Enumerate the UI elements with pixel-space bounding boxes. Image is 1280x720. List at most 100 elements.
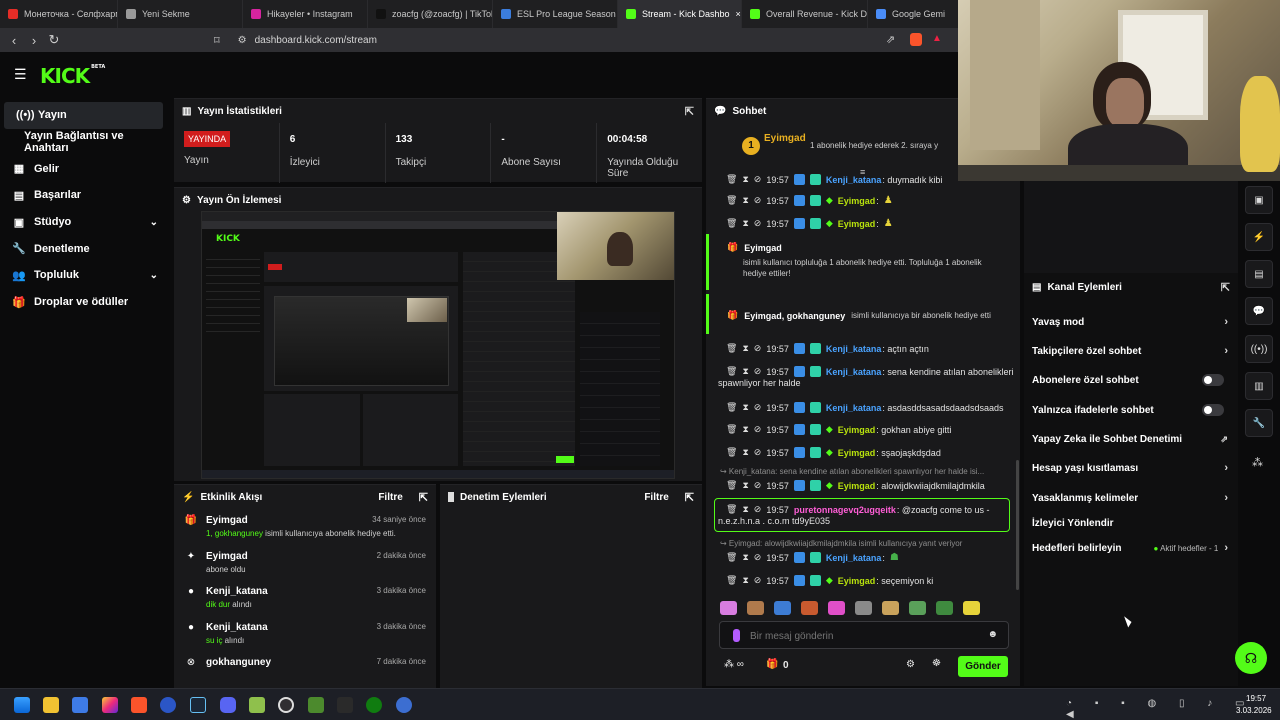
activity-item[interactable]: ● Kenji_katana su iç alındı 3 dakika önce — [174, 616, 436, 652]
emoji-icon[interactable]: ☻ — [987, 629, 998, 640]
delete-icon[interactable]: 🗑 — [726, 552, 737, 563]
taskbar-time[interactable]: 19:57 — [1246, 694, 1266, 703]
browser-tab[interactable]: Overall Revenue - Kick Da — [742, 0, 868, 28]
chat-message-input[interactable] — [750, 626, 970, 646]
url-field[interactable]: dashboard.kick.com/stream — [255, 35, 377, 46]
chat-scrollbar[interactable] — [1016, 460, 1019, 590]
emote-icon[interactable] — [882, 601, 899, 615]
taskbar-date[interactable]: 3.03.2026 — [1236, 706, 1272, 715]
obs-icon[interactable] — [278, 697, 294, 713]
kick-logo[interactable]: KICK BETA — [40, 64, 105, 88]
sidebar-item[interactable]: 👥 Topluluk ⌄ — [0, 262, 170, 289]
channel-action-item[interactable]: Abonelere özel sohbet — [1032, 370, 1228, 390]
brave-rewards-icon[interactable]: ▲ — [932, 33, 942, 44]
site-info-icon[interactable]: ⚙ — [238, 35, 247, 46]
browser-tab[interactable]: Yeni Sekme — [118, 0, 243, 28]
chat-message[interactable]: 🗑 ⧗ ⊘ 19:57 Kenji_katana: ☗ — [706, 552, 899, 563]
minecraft-icon[interactable] — [308, 697, 324, 713]
ban-icon[interactable]: ⊘ — [754, 343, 762, 354]
timeout-icon[interactable]: ⧗ — [742, 480, 748, 491]
chat-message[interactable]: 🗑 ⧗ ⊘ 19:57 Kenji_katana: açtın açtın — [706, 343, 929, 354]
delete-icon[interactable]: 🗑 — [726, 402, 737, 413]
chat-message[interactable]: 🗑 ⧗ ⊘ 19:57 ◆ Eyimgad: seçemiyon ki — [706, 575, 933, 586]
emote-icon[interactable] — [747, 601, 764, 615]
chat-username[interactable]: Eyimgad — [838, 425, 876, 435]
chat-settings-icon[interactable]: ⚙ — [906, 659, 915, 670]
timeout-icon[interactable]: ⧗ — [742, 424, 748, 435]
menu-icon[interactable]: ☰ — [14, 66, 27, 83]
stream-preview-video[interactable]: KICK — [201, 211, 675, 479]
channel-action-item[interactable]: Yapay Zeka ile Sohbet Denetimi ⇗ — [1032, 429, 1228, 449]
windows-start-icon[interactable] — [14, 697, 30, 713]
browser-tab[interactable]: ESL Pro League Season 23 — [493, 0, 618, 28]
chevron-right-icon[interactable]: › — [1224, 462, 1228, 474]
instagram-app-icon[interactable] — [102, 697, 118, 713]
emote-icon[interactable] — [963, 601, 980, 615]
chat-message[interactable]: 🗑 ⧗ ⊘ 19:57 ◆ Eyimgad: gokhan abiye gitti — [706, 424, 951, 435]
chevron-right-icon[interactable]: › — [1224, 345, 1228, 357]
bolt-icon[interactable]: ⚡ — [1245, 223, 1273, 251]
chat-rules-icon[interactable]: ☸ — [932, 658, 941, 669]
toggle-switch[interactable] — [1202, 404, 1224, 416]
channel-action-item[interactable]: İzleyici Yönlendir — [1032, 513, 1228, 533]
timeout-icon[interactable]: ⧗ — [742, 575, 748, 586]
emote-icon[interactable] — [801, 601, 818, 615]
emote-icon[interactable] — [720, 601, 737, 615]
channel-action-item[interactable]: Yasaklanmış kelimeler › — [1032, 488, 1228, 508]
steam-icon[interactable] — [190, 697, 206, 713]
timeout-icon[interactable]: ⧗ — [742, 218, 748, 229]
channel-action-item[interactable]: Yavaş mod › — [1032, 312, 1228, 332]
activity-item[interactable]: ⊗ gokhanguney 7 dakika önce — [174, 651, 436, 687]
browser-tab[interactable]: Монеточка - Селфхарм ( — [0, 0, 118, 28]
chat-message[interactable]: 🗑 ⧗ ⊘ 19:57 ◆ Eyimgad: alowijdkwiiajdkmilajdm… — [706, 480, 985, 491]
channel-action-item[interactable]: Yalnızca ifadelerle sohbet — [1032, 400, 1228, 420]
emote-icon[interactable] — [855, 601, 872, 615]
browser-tab[interactable]: Google Gemi — [868, 0, 962, 28]
delete-icon[interactable]: 🗑 — [726, 218, 737, 229]
brave-shield-icon[interactable] — [910, 33, 922, 46]
popout-icon[interactable]: ⇱ — [685, 105, 694, 118]
delete-icon[interactable]: 🗑 — [726, 424, 737, 435]
bookmark-icon[interactable]: ⌑ — [214, 34, 220, 47]
browser-tab[interactable]: Hikayeler • Instagram — [243, 0, 368, 28]
delete-icon[interactable]: 🗑 — [726, 447, 737, 458]
chevron-down-icon[interactable]: ⌄ — [150, 217, 158, 228]
close-tab-icon[interactable]: × — [736, 9, 741, 19]
ban-icon[interactable]: ⊘ — [754, 480, 762, 491]
ban-icon[interactable]: ⊘ — [754, 575, 762, 586]
screen-icon[interactable]: ▣ — [1245, 186, 1273, 214]
chat-message[interactable]: 🗑 ⧗ ⊘ 19:57 Kenji_katana: sena kendine atıla… — [706, 366, 1013, 377]
sidebar-item[interactable]: Yayın Bağlantısı ve Anahtarı — [0, 129, 170, 156]
delete-icon[interactable]: 🗑 — [726, 480, 737, 491]
widgets-icon[interactable] — [72, 697, 88, 713]
discord-icon[interactable] — [220, 697, 236, 713]
chat-username[interactable]: Kenji_katana — [826, 344, 882, 354]
chat-message[interactable]: 🗑 ⧗ ⊘ 19:57 Kenji_katana: asdasddsasadsdaads… — [706, 402, 1003, 413]
chat-message[interactable]: 🗑 ⧗ ⊘ 19:57 ◆ Eyimgad: ♟ — [706, 218, 893, 229]
wrench-icon[interactable]: 🔧 — [1245, 409, 1273, 437]
delete-icon[interactable]: 🗑 — [726, 195, 737, 206]
more-icon[interactable]: ⁂ — [1252, 456, 1263, 469]
delete-icon[interactable]: 🗑 — [726, 174, 737, 185]
share-icon[interactable]: ⇗ — [886, 33, 895, 46]
popout-icon[interactable]: ⇱ — [419, 491, 428, 504]
ban-icon[interactable]: ⊘ — [754, 402, 762, 413]
chat-message[interactable]: 🗑 ⧗ ⊘ 19:57 ◆ Eyimgad: sşaojaşkdşdad — [706, 447, 941, 458]
ban-icon[interactable]: ⊘ — [754, 195, 762, 206]
chevron-right-icon[interactable]: › — [1224, 492, 1228, 504]
toggle-switch[interactable] — [1202, 374, 1224, 386]
browser-tab[interactable]: zoacfg (@zoacfg) | TikTok — [368, 0, 493, 28]
chevron-down-icon[interactable]: ⌄ — [150, 270, 158, 281]
chat-username[interactable]: Kenji_katana — [826, 403, 882, 413]
channel-action-item[interactable]: Takipçilere özel sohbet › — [1032, 341, 1228, 361]
send-button[interactable]: Gönder — [958, 656, 1008, 677]
chat-username[interactable]: Eyimgad — [838, 448, 876, 458]
ban-icon[interactable]: ⊘ — [754, 424, 762, 435]
chat-username[interactable]: Eyimgad — [838, 219, 876, 229]
reload-icon[interactable]: ↻ — [44, 32, 64, 48]
activity-filter-button[interactable]: Filtre — [378, 492, 402, 503]
chevron-right-icon[interactable]: › — [1224, 316, 1228, 328]
chat-icon[interactable]: 💬 — [1245, 297, 1273, 325]
card-icon[interactable]: ▥ — [1245, 372, 1273, 400]
popout-icon[interactable]: ⇱ — [1221, 281, 1230, 294]
